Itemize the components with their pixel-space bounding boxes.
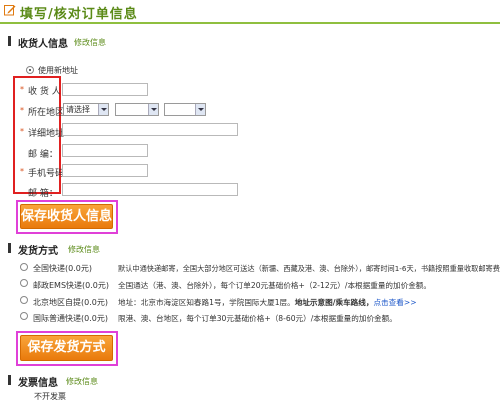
delivery-option-radio[interactable] (20, 279, 28, 287)
required-star: * (20, 85, 24, 94)
delivery-option-label: 北京地区自提(0.0元) (33, 298, 108, 307)
pickup-view-link[interactable]: 点击查看>> (373, 298, 416, 307)
pickup-map-text: 地址示意图/乘车路线， (294, 298, 374, 307)
pickup-address-text: 地址：北京市海淀区知春路1号，学院国际大厦1层。 (118, 298, 295, 307)
page-title: 填写/核对订单信息 (20, 7, 138, 22)
delivery-option-desc: 限港、澳、台地区，每个订单30元基础价格+（8-60元）/本根据重量的加价金额。 (118, 314, 397, 323)
postcode-label: 邮 编： (28, 150, 58, 160)
name-input[interactable] (62, 83, 148, 96)
pencil-icon (4, 5, 16, 16)
delivery-option-label: 邮政EMS快递(0.0元) (33, 281, 109, 290)
delivery-option-desc: 全国通达（港、澳、台除外），每个订单20元基础价格+（2-12元）/本根据重量的… (118, 281, 431, 290)
consignee-title: 收货人信息 (18, 39, 68, 50)
use-new-address-label: 使用新地址 (38, 66, 78, 75)
email-label: 邮 箱： (28, 189, 58, 199)
email-input[interactable] (62, 183, 238, 196)
delivery-option-radio[interactable] (20, 312, 28, 320)
delivery-option-desc: 地址：北京市海淀区知春路1号，学院国际大厦1层。地址示意图/乘车路线，点击查看>… (118, 297, 417, 308)
save-delivery-button[interactable]: 保存发货方式 (20, 335, 113, 361)
delivery-option-label: 全国快递(0.0元) (33, 264, 92, 273)
postcode-input[interactable] (62, 144, 148, 157)
province-select[interactable]: 请选择 (63, 103, 109, 116)
delivery-option-desc: 默认中通快递邮寄，全国大部分地区可送达（新疆、西藏及港、澳、台除外），邮寄时间1… (118, 264, 500, 273)
delivery-option-label: 国际普通快递(0.0元) (33, 314, 108, 323)
province-select-value: 请选择 (66, 105, 90, 114)
district-select[interactable] (164, 103, 206, 116)
chevron-down-icon (98, 104, 108, 115)
section-marker (8, 243, 11, 253)
required-star: * (20, 167, 24, 176)
page-header: 填写/核对订单信息 (0, 0, 500, 24)
required-star: * (20, 127, 24, 136)
invoice-title: 发票信息 (18, 378, 58, 389)
use-new-address-radio[interactable] (26, 66, 34, 74)
delivery-option-radio[interactable] (20, 263, 28, 271)
save-consignee-button[interactable]: 保存收货人信息 (20, 204, 113, 229)
consignee-edit-link[interactable]: 修改信息 (74, 37, 106, 48)
address-input[interactable] (62, 123, 238, 136)
section-marker (8, 36, 11, 46)
required-star: * (20, 106, 24, 115)
invoice-edit-link[interactable]: 修改信息 (66, 376, 98, 387)
chevron-down-icon (195, 104, 205, 115)
chevron-down-icon (148, 104, 158, 115)
delivery-title: 发货方式 (18, 246, 58, 257)
invoice-value: 不开发票 (34, 392, 66, 401)
delivery-edit-link[interactable]: 修改信息 (68, 244, 100, 255)
delivery-option-radio[interactable] (20, 296, 28, 304)
city-select[interactable] (115, 103, 159, 116)
phone-input[interactable] (62, 164, 148, 177)
section-marker (8, 375, 11, 385)
